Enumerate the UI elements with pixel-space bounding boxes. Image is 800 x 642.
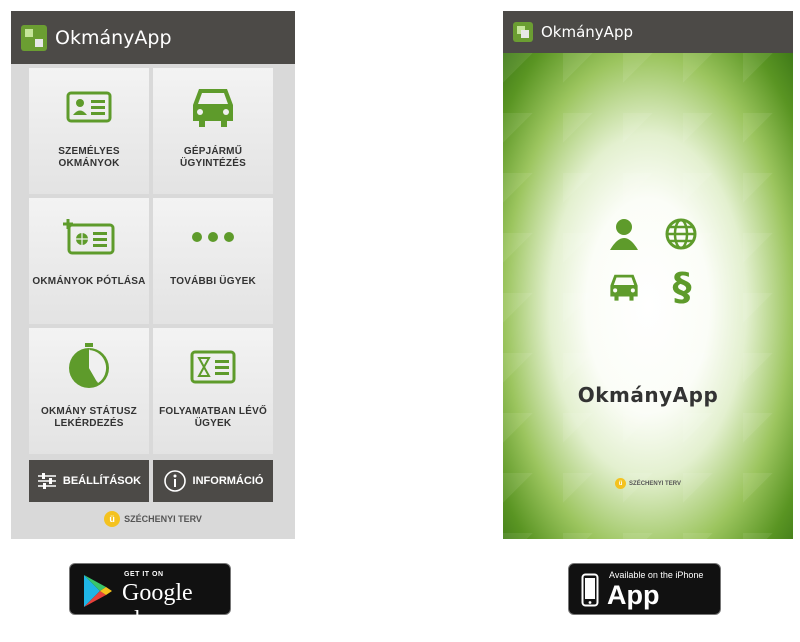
tile-vehicle-administration[interactable]: GÉPJÁRMŰ ÜGYINTÉZÉS <box>153 68 273 194</box>
info-icon <box>163 470 186 492</box>
settings-label: BEÁLLÍTÁSOK <box>62 475 142 487</box>
app-logo-icon <box>21 24 47 51</box>
add-card-icon <box>63 219 115 255</box>
settings-button[interactable]: BEÁLLÍTÁSOK <box>29 460 149 502</box>
badge-small-text: Available on the iPhone <box>609 570 704 580</box>
footer-text: SZÉCHENYI TERV <box>629 480 681 487</box>
footer-text: SZÉCHENYI TERV <box>124 514 202 524</box>
info-label: INFORMÁCIÓ <box>192 475 264 487</box>
sliders-icon <box>37 473 56 489</box>
app-title: OkmányApp <box>541 23 633 41</box>
splash-screen: OkmányApp § OkmányApp ü SZÉCHENYI TERV <box>503 11 793 539</box>
more-dots-icon <box>192 232 234 242</box>
splash-title: OkmányApp <box>577 383 719 407</box>
splash-background: § OkmányApp ü SZÉCHENYI TERV <box>503 53 793 539</box>
svg-text:§: § <box>673 266 692 306</box>
car-icon <box>193 89 233 127</box>
bottom-buttons: BEÁLLÍTÁSOK INFORMÁCIÓ <box>29 460 273 502</box>
tile-document-replacement[interactable]: OKMÁNYOK PÓTLÁSA <box>29 198 149 324</box>
person-icon <box>610 219 638 250</box>
szechenyi-footer: ü SZÉCHENYI TERV <box>11 511 295 527</box>
id-card-icon <box>66 91 112 123</box>
globe-icon <box>665 218 697 250</box>
info-button[interactable]: INFORMÁCIÓ <box>153 460 273 502</box>
app-bar: OkmányApp <box>11 11 295 64</box>
app-title: OkmányApp <box>55 26 172 49</box>
iphone-icon <box>581 573 599 607</box>
main-menu-screen: OkmányApp SZEMÉLYES OKMÁNYOK GÉPJÁRMŰ ÜG… <box>11 11 295 539</box>
tile-pending-matters[interactable]: FOLYAMATBAN LÉVŐ ÜGYEK <box>153 328 273 454</box>
szechenyi-logo-icon: ü <box>615 478 627 489</box>
tile-other-matters[interactable]: TOVÁBBI ÜGYEK <box>153 198 273 324</box>
app-logo-icon <box>513 22 533 42</box>
tile-label: SZEMÉLYES OKMÁNYOK <box>58 146 120 169</box>
tile-label: GÉPJÁRMŰ ÜGYINTÉZÉS <box>180 146 246 169</box>
tile-label: OKMÁNY STÁTUSZ LEKÉRDEZÉS <box>41 406 137 429</box>
tile-label: OKMÁNYOK PÓTLÁSA <box>32 276 146 287</box>
app-bar: OkmányApp <box>503 11 793 53</box>
tile-label: TOVÁBBI ÜGYEK <box>170 276 256 287</box>
tile-personal-documents[interactable]: SZEMÉLYES OKMÁNYOK <box>29 68 149 194</box>
google-play-icon <box>84 575 112 607</box>
app-store-badge[interactable]: Available on the iPhone App Store <box>568 563 721 641</box>
badge-small-text: GET IT ON <box>124 571 164 578</box>
badge-big-text: App Store <box>607 580 677 641</box>
badge-big-text: Google play <box>122 580 193 633</box>
hourglass-card-icon <box>190 350 236 384</box>
clock-icon <box>69 343 109 388</box>
tile-document-status[interactable]: OKMÁNY STÁTUSZ LEKÉRDEZÉS <box>29 328 149 454</box>
google-play-badge[interactable]: GET IT ON Google play <box>69 563 231 633</box>
section-sign-icon: § <box>673 266 692 306</box>
car-icon <box>610 274 638 301</box>
tile-label: FOLYAMATBAN LÉVŐ ÜGYEK <box>159 406 267 429</box>
szechenyi-logo-icon: ü <box>104 511 121 527</box>
szechenyi-footer: ü SZÉCHENYI TERV <box>503 478 793 489</box>
